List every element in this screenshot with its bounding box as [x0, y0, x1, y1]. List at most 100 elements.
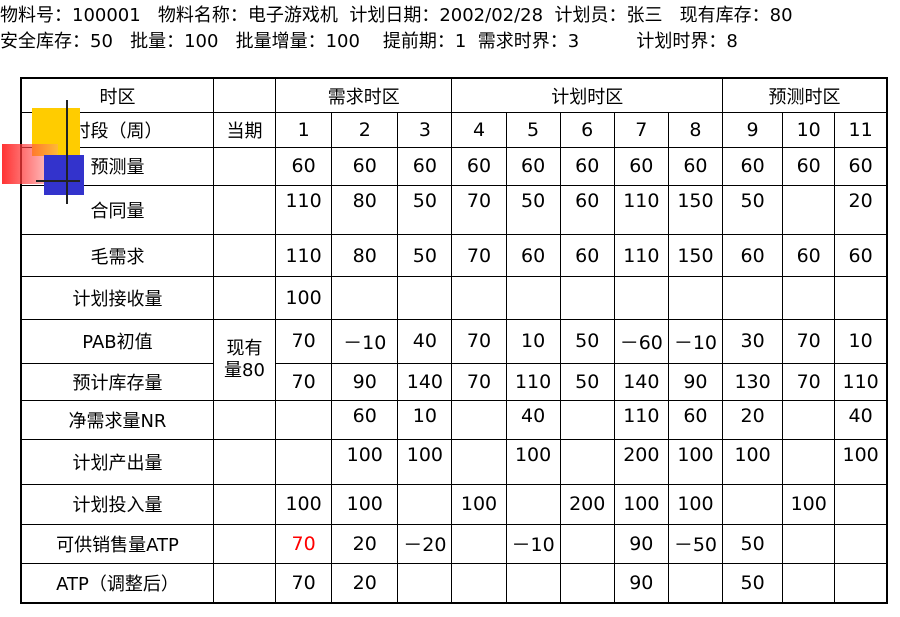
value-cell: 60 [782, 233, 836, 278]
period-cell: 1 [275, 112, 333, 148]
value-cell: 20 [722, 400, 784, 440]
value-cell: 60 [559, 185, 615, 235]
value-cell [451, 276, 507, 321]
value-cell [451, 438, 507, 485]
value-cell [451, 562, 507, 604]
value-cell: 10 [505, 319, 561, 364]
value-cell: 60 [397, 146, 453, 187]
value-cell: 60 [559, 146, 615, 187]
value-cell: 60 [505, 146, 561, 187]
value-cell: 10 [397, 400, 453, 440]
value-cell [613, 276, 669, 321]
value-cell: 60 [834, 233, 888, 278]
value-cell: －50 [667, 524, 724, 564]
value-cell [834, 562, 888, 604]
value-cell [559, 562, 615, 604]
table-row: ATP（调整后） 70 20 90 50 [20, 562, 888, 604]
value-cell [782, 185, 836, 235]
value-cell [451, 400, 507, 440]
value-cell: 20 [331, 562, 399, 604]
value-cell [782, 438, 836, 485]
value-cell [559, 276, 615, 321]
value-cell: 100 [667, 438, 724, 485]
row-label: 计划投入量 [20, 483, 214, 526]
header-line-2: 安全库存：50 批量：100 批量增量：100 提前期：1 需求时界：3 计划时… [0, 31, 738, 52]
current-cell [212, 276, 277, 321]
value-cell: 70 [275, 562, 333, 604]
value-cell [275, 438, 333, 485]
value-cell: 150 [667, 233, 724, 278]
period-cell: 11 [834, 112, 888, 148]
value-cell: 200 [559, 483, 615, 526]
value-cell: 50 [722, 562, 784, 604]
value-cell: 70 [275, 319, 333, 364]
value-cell: 60 [613, 146, 669, 187]
value-cell: 70 [451, 319, 507, 364]
period-cell: 9 [722, 112, 784, 148]
row-label: 计划接收量 [20, 276, 214, 321]
value-cell: 70 [451, 185, 507, 235]
value-cell [834, 483, 888, 526]
value-cell [782, 524, 836, 564]
value-cell [782, 400, 836, 440]
value-cell: 100 [451, 483, 507, 526]
value-cell: 60 [782, 146, 836, 187]
value-cell: 10 [834, 319, 888, 364]
value-cell: 50 [397, 185, 453, 235]
value-cell: 50 [722, 185, 784, 235]
value-cell [667, 276, 724, 321]
value-cell: －10 [331, 319, 399, 364]
value-cell: 70 [782, 319, 836, 364]
value-cell [505, 562, 561, 604]
period-cell: 10 [782, 112, 836, 148]
value-cell: 60 [722, 233, 784, 278]
value-cell: 70 [451, 362, 507, 402]
value-cell: 110 [613, 400, 669, 440]
current-cell [212, 185, 277, 235]
forecast-zone: 预测时区 [722, 77, 888, 114]
period-cell: 3 [397, 112, 453, 148]
value-cell [559, 438, 615, 485]
value-cell [397, 276, 453, 321]
value-cell: 100 [782, 483, 836, 526]
row-label: 可供销售量ATP [20, 524, 214, 564]
row-label: PAB初值 [20, 319, 214, 364]
current-cell [212, 483, 277, 526]
value-cell [505, 483, 561, 526]
value-cell [331, 276, 399, 321]
value-cell: 150 [667, 185, 724, 235]
onhand-cell: 现有 量80 [212, 319, 277, 402]
value-cell: 80 [331, 233, 399, 278]
value-cell: 100 [613, 483, 669, 526]
value-cell: 110 [275, 185, 333, 235]
table-row: 计划接收量 100 [20, 276, 888, 321]
value-cell: 90 [613, 562, 669, 604]
value-cell: 110 [275, 233, 333, 278]
period-cell: 5 [505, 112, 561, 148]
value-cell: 50 [397, 233, 453, 278]
mps-table: 时区 需求时区 计划时区 预测时区 时段（周） 当期 1 2 3 4 5 6 7… [20, 77, 888, 604]
value-cell: 60 [331, 146, 399, 187]
plan-zone: 计划时区 [451, 77, 724, 114]
value-cell: 60 [451, 146, 507, 187]
value-cell: 80 [331, 185, 399, 235]
value-cell: 60 [667, 146, 724, 187]
value-cell: 130 [722, 362, 784, 402]
value-cell: 90 [667, 362, 724, 402]
value-cell: 100 [331, 483, 399, 526]
value-cell: 110 [613, 185, 669, 235]
zone-blank-cell [212, 77, 277, 114]
value-cell: 30 [722, 319, 784, 364]
current-cell [212, 524, 277, 564]
table-row: 净需求量NR 60 10 40 110 60 20 40 [20, 400, 888, 440]
value-cell: 70 [451, 233, 507, 278]
value-cell: 140 [397, 362, 453, 402]
value-cell: 110 [834, 362, 888, 402]
value-cell [667, 562, 724, 604]
value-cell: 50 [559, 362, 615, 402]
value-cell: 100 [275, 483, 333, 526]
value-cell [451, 524, 507, 564]
value-cell: 100 [275, 276, 333, 321]
value-cell: 70 [275, 362, 333, 402]
value-cell: 20 [834, 185, 888, 235]
